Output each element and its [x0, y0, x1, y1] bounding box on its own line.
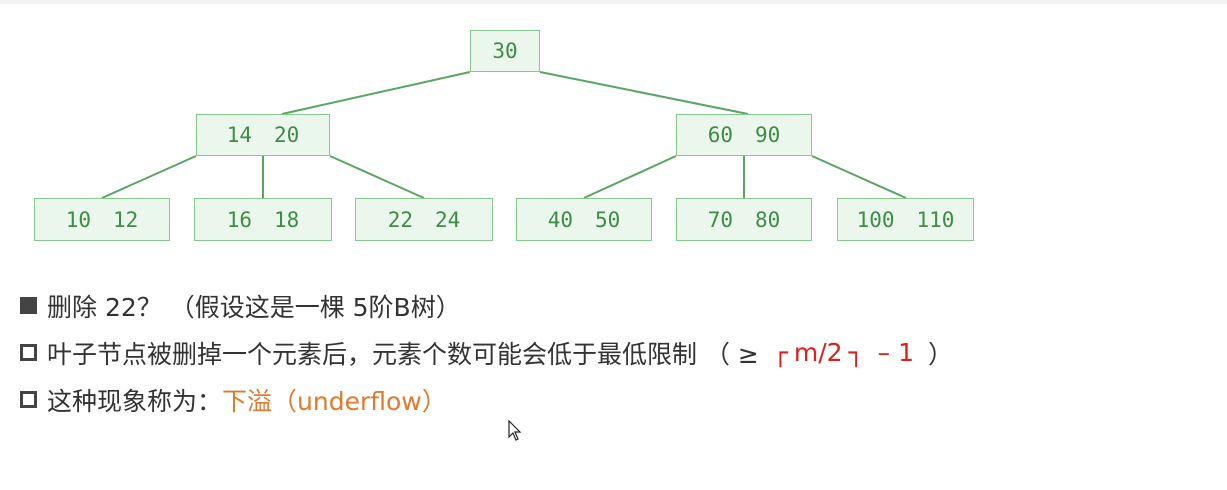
node-key: 10	[65, 207, 91, 232]
node-key: 20	[274, 123, 300, 147]
edge-left-leaf1	[101, 155, 197, 199]
tree-node-level1-right: 60 90	[676, 114, 812, 156]
node-key: 12	[113, 207, 139, 232]
node-key: 80	[755, 207, 781, 232]
bullet-text: 这种现象称为：	[47, 386, 223, 416]
tree-leaf-6: 100 110	[837, 198, 974, 241]
tree-leaf-4: 40 50	[516, 198, 652, 241]
bullet-underflow-term: 这种现象称为： 下溢（underflow）	[20, 376, 1220, 423]
hollow-square-bullet-icon	[20, 344, 37, 361]
node-key: 100	[856, 207, 895, 232]
tree-node-root: 30	[470, 30, 540, 72]
bullet-text: 叶子节点被删掉一个元素后，元素个数可能会低于最低限制 （ ≥	[47, 339, 759, 369]
mouse-pointer-icon	[508, 420, 522, 441]
edge-right-leaf4	[583, 155, 677, 199]
tree-leaf-5: 70 80	[676, 198, 812, 241]
node-key: 70	[707, 207, 733, 232]
node-key: 60	[707, 123, 733, 147]
bullet-leaf-underflow: 叶子节点被删掉一个元素后，元素个数可能会低于最低限制 （ ≥ ┌ m/2 ┐ –…	[20, 329, 1220, 376]
ceiling-open-symbol: ┌	[772, 338, 788, 367]
tree-leaf-3: 22 24	[355, 198, 493, 241]
hollow-square-bullet-icon	[20, 391, 37, 408]
explanation-list: 删除 22？ （假设这是一棵 5阶B树） 叶子节点被删掉一个元素后，元素个数可能…	[20, 282, 1220, 423]
bullet-delete-22: 删除 22？ （假设这是一棵 5阶B树）	[20, 282, 1220, 329]
ceiling-formula: m/2	[793, 338, 843, 367]
node-key: 40	[547, 207, 573, 232]
tree-leaf-1: 10 12	[34, 198, 170, 241]
edge-left-leaf3	[329, 155, 425, 199]
tree-node-level1-left: 14 20	[196, 114, 330, 156]
filled-square-bullet-icon	[20, 297, 37, 314]
node-key: 18	[274, 207, 300, 232]
underflow-term: 下溢（underflow）	[222, 386, 447, 416]
ceiling-close-symbol: ┐	[848, 338, 864, 367]
node-key: 90	[755, 123, 781, 147]
node-key: 30	[492, 39, 518, 63]
edge-right-leaf6	[811, 155, 907, 199]
tree-leaf-2: 16 18	[194, 198, 332, 241]
node-key: 14	[226, 123, 252, 147]
bullet-text: 删除 22？ （假设这是一棵 5阶B树）	[47, 292, 461, 322]
edge-root-left	[281, 71, 471, 115]
node-key: 24	[435, 207, 461, 232]
node-key: 22	[387, 207, 413, 232]
formula-minus-one: – 1	[877, 338, 915, 367]
paren-close: ）	[928, 339, 954, 369]
edge-root-right	[539, 71, 749, 115]
node-key: 16	[226, 207, 252, 232]
node-key: 50	[595, 207, 621, 232]
node-key: 110	[916, 207, 955, 232]
